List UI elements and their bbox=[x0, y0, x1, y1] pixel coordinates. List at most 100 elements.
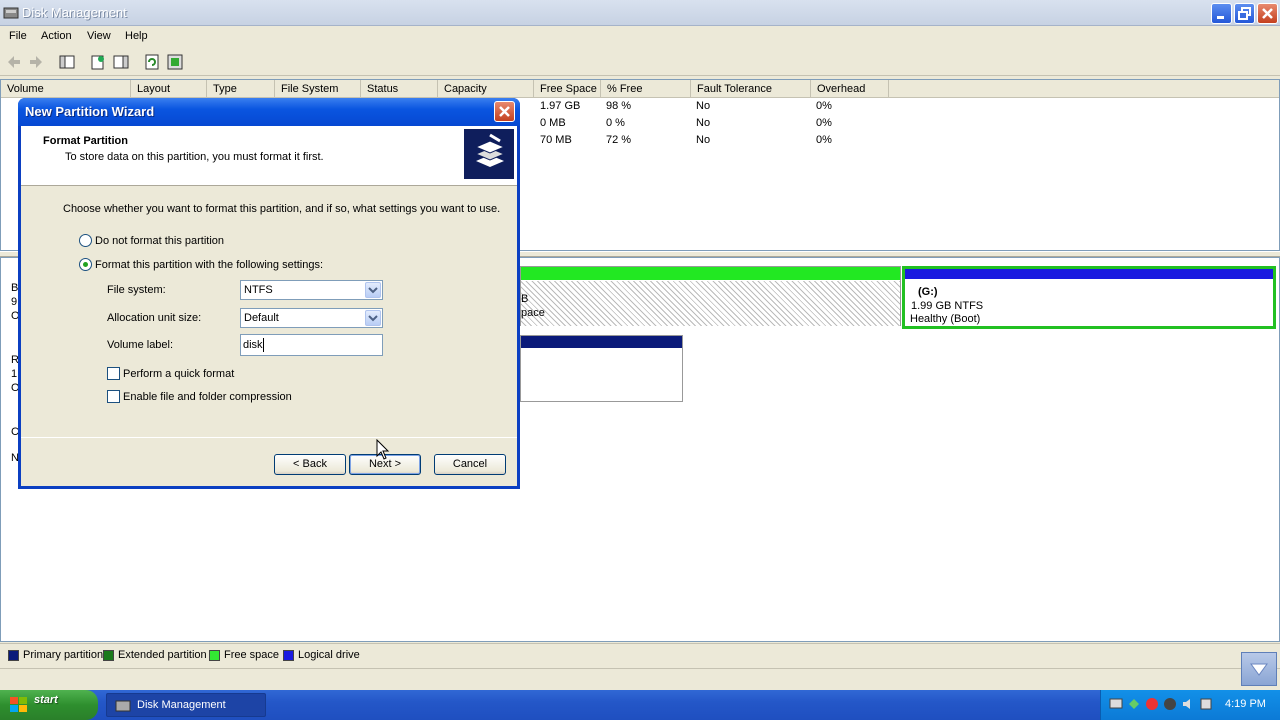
close-button[interactable] bbox=[1257, 3, 1278, 24]
antivirus-icon[interactable] bbox=[1163, 697, 1177, 711]
col-type[interactable]: Type bbox=[207, 80, 275, 98]
close-icon bbox=[1262, 8, 1273, 19]
help-icon[interactable] bbox=[166, 53, 184, 71]
disk1-partition[interactable] bbox=[520, 335, 683, 402]
disk1-size-partial: 1 bbox=[11, 368, 18, 380]
wizard-page-subtitle: To store data on this partition, you mus… bbox=[65, 151, 324, 163]
volume-label-input[interactable]: disk bbox=[240, 334, 383, 356]
restore-icon bbox=[1238, 7, 1251, 20]
dialog-separator bbox=[21, 437, 517, 438]
wizard-header: Format Partition To store data on this p… bbox=[21, 126, 517, 186]
back-button[interactable]: < Back bbox=[274, 454, 346, 475]
legend-extended: Extended partition bbox=[118, 649, 207, 661]
menu-help[interactable]: Help bbox=[125, 30, 148, 42]
dialog-title: New Partition Wizard bbox=[25, 104, 155, 119]
free-space-partition[interactable]: B pace bbox=[520, 266, 901, 326]
dialog-close-button[interactable] bbox=[494, 101, 515, 122]
back-arrow-icon[interactable] bbox=[5, 53, 23, 71]
legend-extended-swatch bbox=[103, 650, 114, 661]
row1-fault: No bbox=[696, 100, 711, 112]
legend-free-swatch bbox=[209, 650, 220, 661]
quick-format-label[interactable]: Perform a quick format bbox=[123, 368, 234, 380]
free-space-size-partial: B bbox=[521, 293, 529, 305]
windows-logo-icon bbox=[10, 697, 27, 712]
security-alert-icon[interactable] bbox=[1145, 697, 1159, 711]
properties-icon[interactable] bbox=[89, 53, 107, 71]
taskbar-item-label: Disk Management bbox=[137, 699, 226, 711]
volume-label-value: disk bbox=[243, 339, 263, 351]
radio-no-format[interactable] bbox=[79, 234, 92, 247]
legend-free: Free space bbox=[224, 649, 280, 661]
minimize-button[interactable] bbox=[1211, 3, 1232, 24]
volume-label-label: Volume label: bbox=[107, 339, 174, 351]
radio-format-label[interactable]: Format this partition with the following… bbox=[95, 259, 323, 271]
forward-arrow-icon[interactable] bbox=[27, 53, 45, 71]
col-percent-free[interactable]: % Free bbox=[601, 80, 691, 98]
update-icon[interactable] bbox=[1199, 697, 1213, 711]
wizard-instruction: Choose whether you want to format this p… bbox=[63, 203, 501, 215]
refresh-icon[interactable] bbox=[143, 53, 161, 71]
arrow-down-icon bbox=[1250, 663, 1268, 676]
radio-format[interactable] bbox=[79, 258, 92, 271]
row3-free: 70 MB bbox=[540, 134, 572, 146]
free-space-label-partial: pace bbox=[521, 307, 545, 319]
drive-g-name: (G:) bbox=[918, 286, 938, 298]
taskbar-disk-management[interactable]: Disk Management bbox=[106, 693, 266, 717]
chevron-down-icon[interactable] bbox=[365, 282, 381, 298]
taskbar: start Disk Management 4:19 PM bbox=[0, 690, 1280, 720]
start-label: start bbox=[34, 694, 58, 706]
col-file-system[interactable]: File System bbox=[275, 80, 361, 98]
col-fault-tolerance[interactable]: Fault Tolerance bbox=[691, 80, 811, 98]
restore-button[interactable] bbox=[1234, 3, 1255, 24]
legend-bar: Primary partition Extended partition Fre… bbox=[0, 643, 1280, 667]
row1-overhead: 0% bbox=[816, 100, 832, 112]
legend-primary-swatch bbox=[8, 650, 19, 661]
toolbar bbox=[0, 48, 1280, 76]
disk0-size-partial: 9 bbox=[11, 296, 18, 308]
col-status[interactable]: Status bbox=[361, 80, 438, 98]
network-icon[interactable] bbox=[1109, 697, 1123, 711]
dialog-body: Format Partition To store data on this p… bbox=[21, 126, 517, 486]
new-partition-wizard-dialog: New Partition Wizard Format Partition To… bbox=[18, 98, 520, 489]
compression-label[interactable]: Enable file and folder compression bbox=[123, 391, 292, 403]
radio-no-format-label[interactable]: Do not format this partition bbox=[95, 235, 224, 247]
row1-free: 1.97 GB bbox=[540, 100, 581, 112]
wizard-page-title: Format Partition bbox=[43, 135, 128, 147]
quick-format-checkbox[interactable] bbox=[107, 367, 120, 380]
volume-icon[interactable] bbox=[1181, 697, 1195, 711]
col-volume[interactable]: Volume bbox=[1, 80, 131, 98]
col-capacity[interactable]: Capacity bbox=[438, 80, 534, 98]
minimize-icon bbox=[1217, 16, 1224, 19]
view-icon[interactable] bbox=[112, 53, 130, 71]
compression-checkbox[interactable] bbox=[107, 390, 120, 403]
row2-fault: No bbox=[696, 117, 711, 129]
scroll-down-button[interactable] bbox=[1241, 652, 1277, 686]
drive-g-size: 1.99 GB NTFS bbox=[911, 300, 984, 312]
cancel-button[interactable]: Cancel bbox=[434, 454, 506, 475]
row2-free: 0 MB bbox=[540, 117, 566, 129]
allocation-size-select[interactable]: Default bbox=[240, 308, 383, 328]
chevron-down-icon[interactable] bbox=[365, 310, 381, 326]
legend-logical-swatch bbox=[283, 650, 294, 661]
show-hide-tree-icon[interactable] bbox=[58, 53, 76, 71]
menu-action[interactable]: Action bbox=[41, 30, 72, 42]
row1-pct: 98 % bbox=[606, 100, 632, 112]
start-button[interactable]: start bbox=[0, 690, 98, 720]
close-icon bbox=[499, 106, 510, 117]
system-tray: 4:19 PM bbox=[1100, 690, 1280, 720]
menu-view[interactable]: View bbox=[87, 30, 111, 42]
allocation-size-label: Allocation unit size: bbox=[107, 312, 202, 324]
col-overhead[interactable]: Overhead bbox=[811, 80, 889, 98]
row2-overhead: 0% bbox=[816, 117, 832, 129]
legend-primary: Primary partition bbox=[23, 649, 104, 661]
allocation-size-value: Default bbox=[244, 312, 279, 324]
menu-file[interactable]: File bbox=[9, 30, 27, 42]
col-layout[interactable]: Layout bbox=[131, 80, 207, 98]
file-system-select[interactable]: NTFS bbox=[240, 280, 383, 300]
drive-g-status: Healthy (Boot) bbox=[910, 313, 981, 325]
col-free-space[interactable]: Free Space bbox=[534, 80, 601, 98]
drive-g-partition[interactable]: (G:) 1.99 GB NTFS Healthy (Boot) bbox=[902, 266, 1276, 329]
safely-remove-icon[interactable] bbox=[1127, 697, 1141, 711]
window-title: Disk Management bbox=[22, 5, 127, 20]
clock: 4:19 PM bbox=[1225, 698, 1266, 710]
